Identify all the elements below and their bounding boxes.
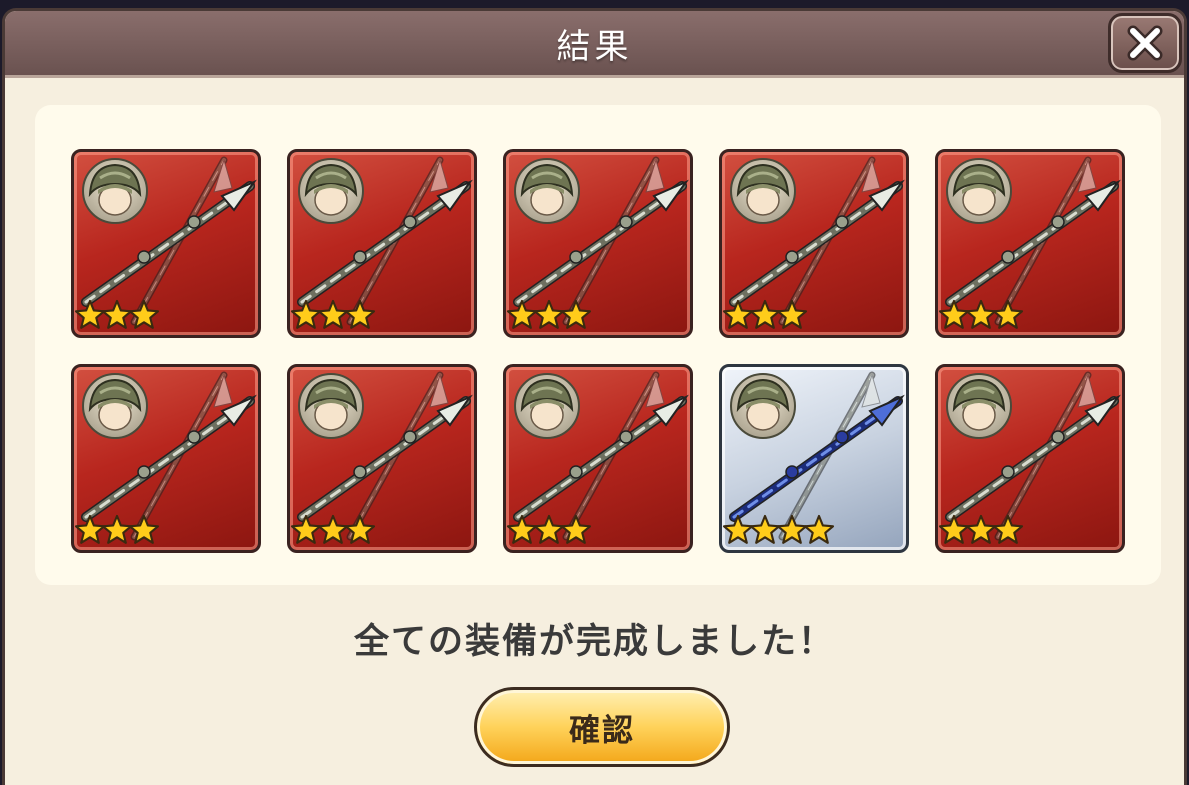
equipment-slot[interactable]: [287, 149, 477, 338]
character-portrait-icon: [298, 373, 364, 439]
rarity-stars: [722, 514, 835, 546]
star-icon: [344, 514, 376, 544]
star-icon: [560, 299, 592, 329]
character-portrait-icon: [298, 158, 364, 224]
rarity-stars: [938, 514, 1024, 546]
items-panel: [35, 105, 1161, 585]
confirm-button-label: 確認: [569, 712, 635, 749]
equipment-slot[interactable]: [719, 149, 909, 338]
character-portrait-icon: [514, 158, 580, 224]
character-portrait-icon: [730, 373, 796, 439]
character-portrait-icon: [730, 158, 796, 224]
star-icon: [560, 514, 592, 544]
rarity-stars: [722, 299, 808, 331]
completion-message: 全ての装備が完成しました！: [353, 622, 835, 662]
star-icon: [992, 514, 1024, 544]
character-portrait-icon: [514, 373, 580, 439]
result-dialog: 結果 全ての装備が完成しました！ 確認: [2, 8, 1187, 785]
equipment-slot[interactable]: [503, 149, 693, 338]
star-icon: [128, 514, 160, 544]
character-portrait-icon: [82, 158, 148, 224]
rarity-stars: [506, 514, 592, 546]
equipment-slot[interactable]: [935, 364, 1125, 553]
star-icon: [128, 299, 160, 329]
rarity-stars: [938, 299, 1024, 331]
close-button[interactable]: [1108, 13, 1182, 73]
equipment-slot[interactable]: [287, 364, 477, 553]
star-icon: [992, 299, 1024, 329]
rarity-stars: [506, 299, 592, 331]
equipment-slot[interactable]: [719, 364, 909, 553]
dialog-titlebar: 結果: [5, 11, 1184, 78]
character-portrait-icon: [82, 373, 148, 439]
star-icon: [803, 514, 835, 544]
equipment-slot[interactable]: [935, 149, 1125, 338]
close-icon: [1127, 25, 1163, 61]
dialog-title: 結果: [556, 26, 633, 67]
character-portrait-icon: [946, 373, 1012, 439]
rarity-stars: [290, 299, 376, 331]
rarity-stars: [74, 514, 160, 546]
character-portrait-icon: [946, 158, 1012, 224]
rarity-stars: [74, 299, 160, 331]
confirm-button[interactable]: 確認: [474, 687, 730, 767]
equipment-slot[interactable]: [71, 149, 261, 338]
equipment-slot[interactable]: [503, 364, 693, 553]
equipment-slot[interactable]: [71, 364, 261, 553]
star-icon: [776, 299, 808, 329]
rarity-stars: [290, 514, 376, 546]
star-icon: [344, 299, 376, 329]
